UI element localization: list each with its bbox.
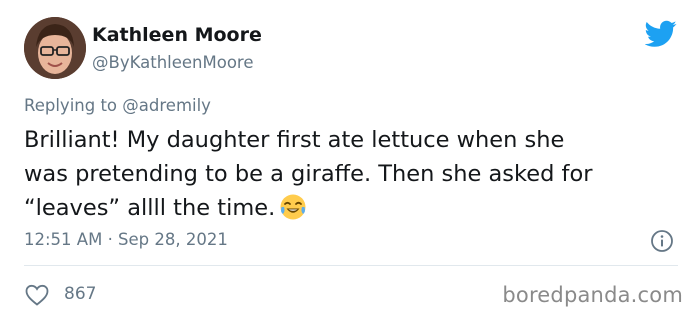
replying-to-prefix: Replying to	[24, 96, 118, 115]
reply-handle-link[interactable]: @adremily	[122, 96, 211, 115]
divider	[24, 265, 678, 266]
display-name[interactable]: Kathleen Moore	[92, 24, 262, 46]
avatar[interactable]	[24, 17, 86, 79]
tweet-text-line: Brilliant! My daughter first ate lettuce…	[24, 127, 565, 153]
tweet-text-line3: “leaves” allll the time.	[24, 195, 276, 221]
tweet-text: Brilliant! My daughter first ate lettuce…	[24, 123, 684, 225]
tweet-timestamp[interactable]: 12:51 AM · Sep 28, 2021	[24, 230, 228, 249]
twitter-bird-icon	[645, 20, 677, 47]
tweet-text-line: “leaves” allll the time.	[24, 191, 684, 225]
like-count: 867	[64, 284, 97, 304]
face-with-tears-of-joy-icon	[280, 194, 306, 220]
user-handle[interactable]: @ByKathleenMoore	[92, 53, 254, 72]
watermark: boredpanda.com	[502, 283, 683, 307]
heart-icon[interactable]	[24, 283, 50, 307]
replying-to: Replying to @adremily	[24, 96, 211, 115]
tweet-text-line: was pretending to be a giraffe. Then she…	[24, 161, 593, 187]
info-icon[interactable]	[650, 229, 674, 253]
